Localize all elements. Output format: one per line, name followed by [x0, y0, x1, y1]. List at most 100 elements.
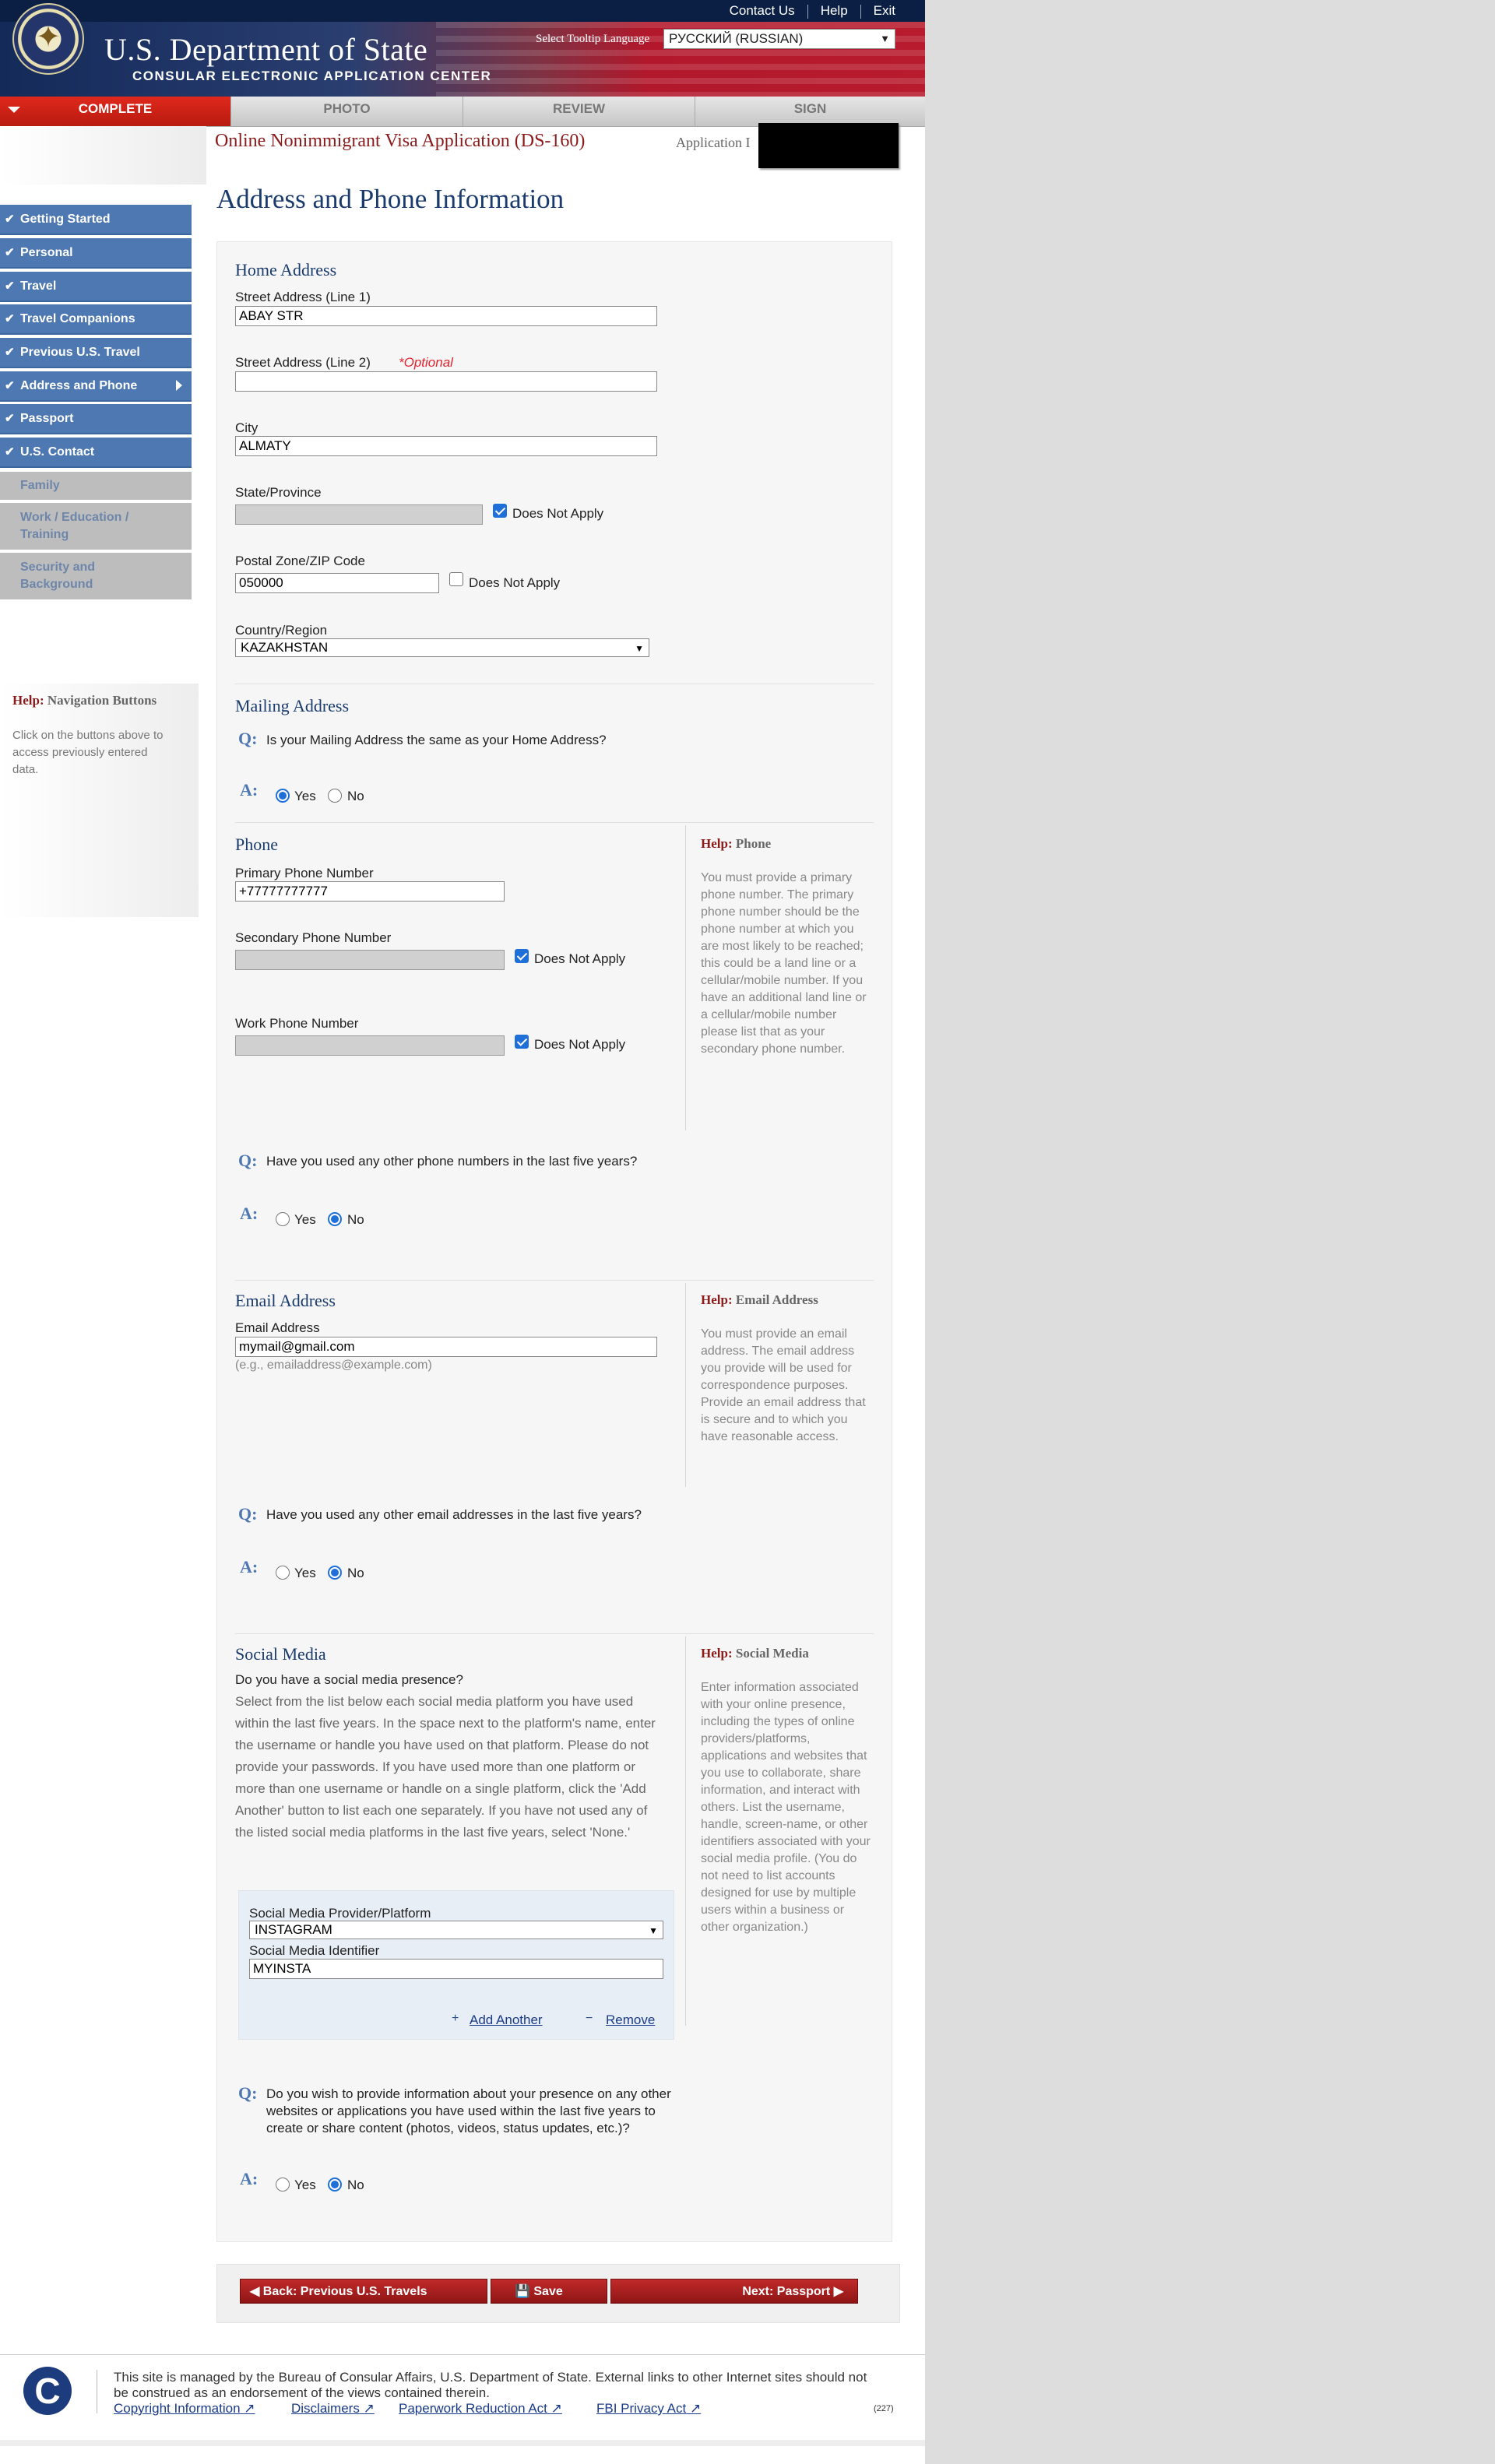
sidebar-item-personal[interactable]: ✔ Personal [0, 238, 192, 269]
other-email-no-radio[interactable] [328, 1566, 342, 1580]
other-email-yes-radio[interactable] [276, 1566, 290, 1580]
other-websites-yes-radio[interactable] [276, 2178, 290, 2192]
sidebar-item-previous-us-travel[interactable]: ✔ Previous U.S. Travel [0, 338, 192, 368]
help-divider [685, 1636, 686, 2026]
question-marker: Q: [238, 729, 258, 748]
mailing-question: Is your Mailing Address the same as your… [266, 733, 607, 747]
social-identifier-input[interactable]: MYINSTA [249, 1959, 663, 1979]
footer-divider [0, 2354, 925, 2355]
zip-does-not-apply-checkbox[interactable] [449, 572, 463, 586]
state-does-not-apply-checkbox[interactable] [493, 504, 507, 518]
mailing-yes-label: Yes [294, 789, 316, 803]
copyright-link[interactable]: Copyright Information ↗ [114, 2401, 255, 2417]
work-phone-does-not-apply-label: Does Not Apply [534, 1037, 626, 1052]
check-icon: ✔ [5, 412, 15, 425]
external-link-icon: ↗ [244, 2401, 255, 2416]
back-button[interactable]: ◀ Back: Previous U.S. Travels [240, 2279, 487, 2304]
redacted-application-id [758, 123, 899, 168]
other-phone-no-radio[interactable] [328, 1212, 342, 1226]
mailing-same-no-radio[interactable] [328, 789, 342, 803]
footer-text: This site is managed by the Bureau of Co… [114, 2370, 867, 2400]
social-provider-select[interactable]: INSTAGRAM ▼ [249, 1921, 663, 1939]
top-links: Contact Us Help Exit [730, 3, 895, 19]
sidebar-item-travel[interactable]: ✔ Travel [0, 272, 192, 302]
sidebar-item-getting-started[interactable]: ✔ Getting Started [0, 205, 192, 235]
sidebar-item-family[interactable]: Family [0, 472, 192, 500]
contact-us-link[interactable]: Contact Us [730, 3, 795, 18]
email-input[interactable]: mymail@gmail.com [235, 1337, 657, 1357]
check-icon: ✔ [5, 279, 15, 293]
language-value: РУССКИЙ (RUSSIAN) [669, 31, 804, 46]
street1-input[interactable]: ABAY STR [235, 306, 657, 326]
language-select[interactable]: РУССКИЙ (RUSSIAN) ▼ [663, 29, 895, 49]
chevron-down-icon: ▼ [635, 643, 644, 654]
remove-link[interactable]: Remove [606, 2012, 655, 2028]
divider [235, 822, 874, 823]
work-phone-does-not-apply-checkbox[interactable] [515, 1035, 529, 1049]
city-label: City [235, 420, 259, 435]
mailing-address-title: Mailing Address [235, 696, 350, 715]
question-marker: Q: [238, 2083, 258, 2103]
other-websites-question: Do you wish to provide information about… [266, 2086, 671, 2135]
sidebar-item-security-and-background[interactable]: Security and Background [0, 553, 192, 599]
help-phone-title: Help: Phone [701, 836, 772, 851]
check-icon: ✔ [5, 213, 15, 226]
country-label: Country/Region [235, 623, 328, 638]
application-title: Online Nonimmigrant Visa Application (DS… [215, 131, 586, 151]
email-hint: (e.g., emailaddress@example.com) [235, 1359, 432, 1372]
consular-affairs-logo-icon: C [23, 2367, 72, 2415]
other-websites-no-radio[interactable] [328, 2178, 342, 2192]
floppy-disk-icon: 💾 [515, 2285, 530, 2298]
street2-label: Street Address (Line 2) [235, 355, 371, 370]
help-divider [685, 825, 686, 1130]
help-phone-text: You must provide a primary phone number.… [701, 871, 867, 1056]
divider [235, 1280, 874, 1281]
state-input[interactable] [235, 504, 483, 525]
tab-complete[interactable]: COMPLETE [0, 97, 230, 126]
paperwork-reduction-act-link[interactable]: Paperwork Reduction Act ↗ [399, 2401, 562, 2417]
help-link[interactable]: Help [821, 3, 848, 18]
fbi-privacy-act-link[interactable]: FBI Privacy Act ↗ [596, 2401, 701, 2417]
sidebar-item-travel-companions[interactable]: ✔ Travel Companions [0, 304, 192, 335]
secondary-phone-does-not-apply-checkbox[interactable] [515, 949, 529, 963]
arrow-right-icon: ▶ [833, 2285, 843, 2298]
zip-input[interactable]: 050000 [235, 573, 439, 593]
other-phone-yes-radio[interactable] [276, 1212, 290, 1226]
primary-phone-label: Primary Phone Number [235, 866, 374, 881]
phone-title: Phone [235, 835, 278, 854]
help-divider [685, 1283, 686, 1487]
street2-input[interactable] [235, 371, 657, 392]
other-phone-no-label: No [347, 1212, 364, 1227]
city-input[interactable]: ALMATY [235, 436, 657, 456]
state-does-not-apply-label: Does Not Apply [512, 506, 604, 521]
email-label: Email Address [235, 1320, 320, 1335]
country-select[interactable]: KAZAKHSTAN ▼ [235, 638, 649, 657]
sidebar-item-work-education-training[interactable]: Work / Education / Training [0, 503, 192, 550]
other-email-yes-label: Yes [294, 1566, 316, 1580]
add-another-link[interactable]: Add Another [470, 2012, 543, 2028]
social-presence-question: Do you have a social media presence? [235, 1672, 463, 1687]
page: Contact Us Help Exit ✦ U.S. Department of … [0, 0, 925, 2464]
work-phone-label: Work Phone Number [235, 1016, 359, 1031]
other-email-question: Have you used any other email addresses … [266, 1507, 642, 1522]
sidebar-item-us-contact[interactable]: ✔ U.S. Contact [0, 438, 192, 468]
mailing-same-yes-radio[interactable] [276, 789, 290, 803]
answer-marker: A: [240, 1204, 259, 1223]
zip-does-not-apply-label: Does Not Apply [469, 575, 561, 590]
sidebar-item-address-and-phone[interactable]: ✔ Address and Phone [0, 371, 192, 402]
tab-review[interactable]: REVIEW [463, 97, 695, 126]
next-button[interactable]: Next: Passport ▶ [610, 2279, 858, 2304]
tab-photo[interactable]: PHOTO [230, 97, 463, 126]
disclaimers-link[interactable]: Disclaimers ↗ [291, 2401, 375, 2417]
divider [235, 1633, 874, 1634]
primary-phone-input[interactable]: +77777777777 [235, 881, 505, 902]
tab-sign[interactable]: SIGN [695, 97, 925, 126]
secondary-phone-input[interactable] [235, 950, 505, 970]
zip-label: Postal Zone/ZIP Code [235, 554, 365, 568]
help-social-title: Help: Social Media [701, 1646, 809, 1661]
work-phone-input[interactable] [235, 1035, 505, 1056]
help-social-text: Enter information associated with your o… [701, 1681, 871, 1934]
sidebar-item-passport[interactable]: ✔ Passport [0, 404, 192, 434]
save-button[interactable]: 💾 Save [491, 2279, 607, 2304]
exit-link[interactable]: Exit [874, 3, 895, 18]
